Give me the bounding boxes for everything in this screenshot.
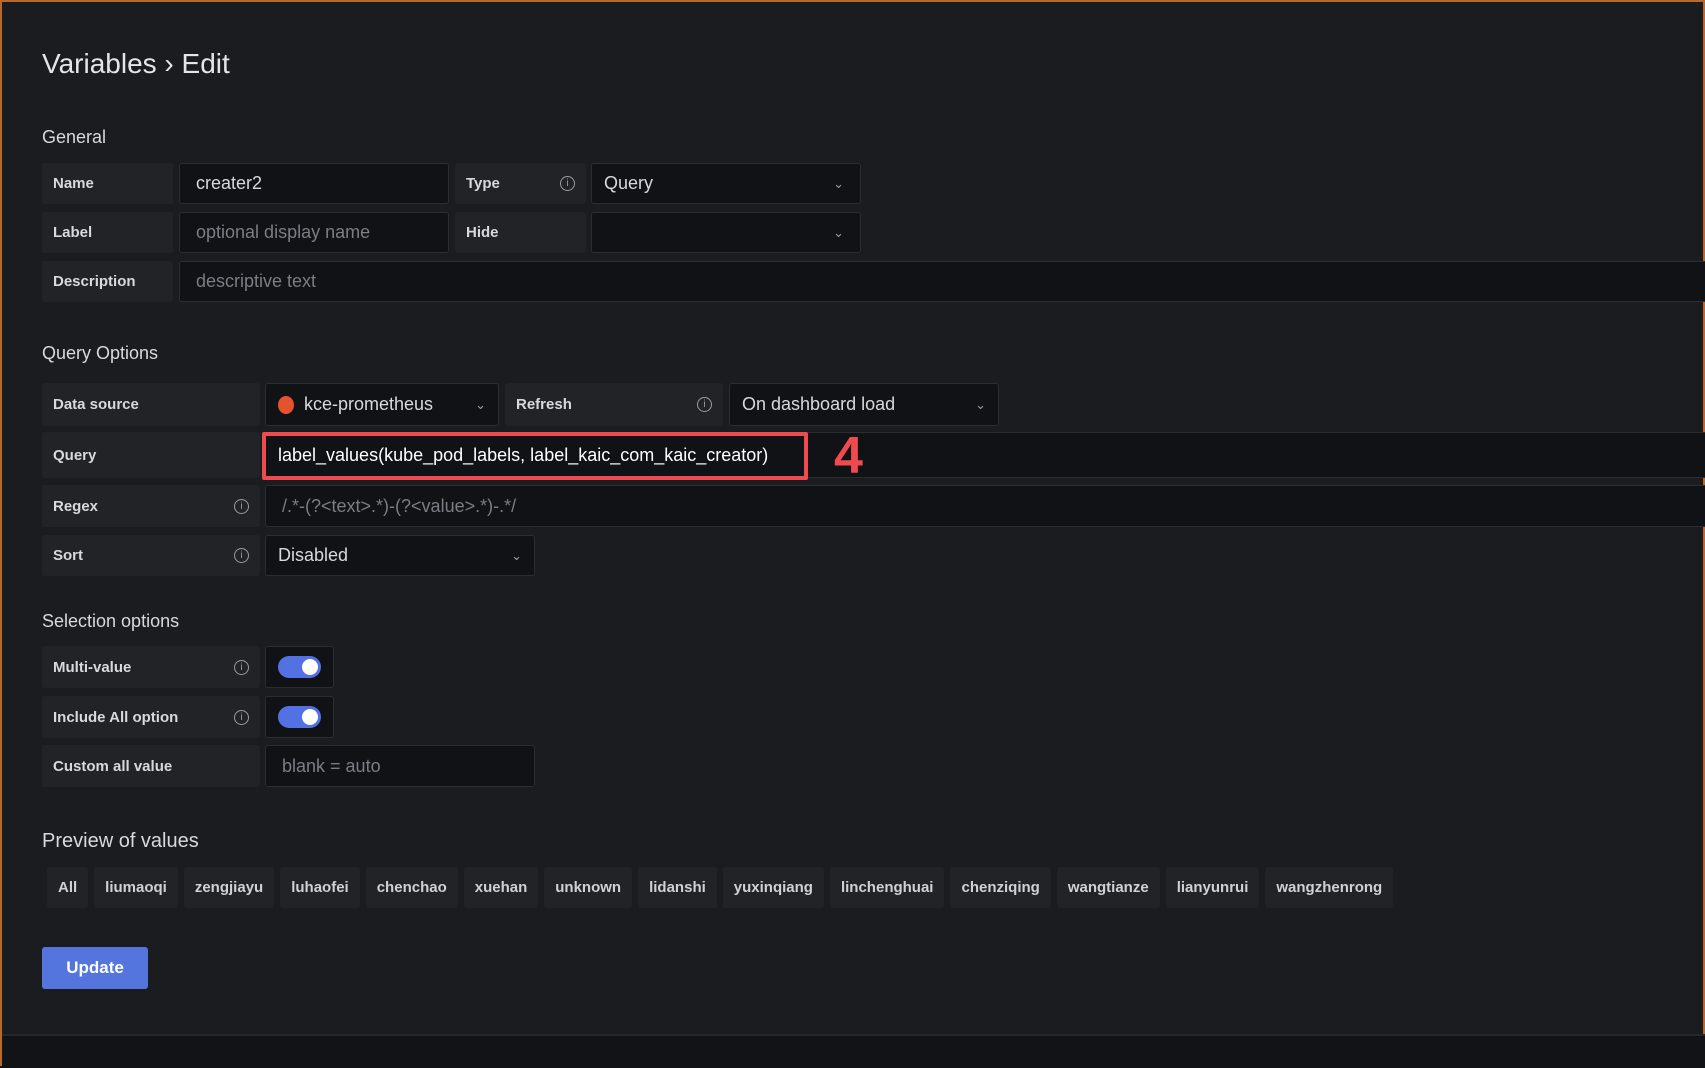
multi-value-label: Multi-value i [42,646,260,688]
update-button[interactable]: Update [42,947,148,989]
preview-value-chip: All [47,867,89,908]
name-label: Name [42,163,173,204]
datasource-value: kce-prometheus [304,394,434,414]
refresh-value: On dashboard load [742,394,896,414]
type-value: Query [604,173,654,193]
section-query-options: Query Options [42,343,159,363]
regex-label-text: Regex [53,497,99,515]
chevron-down-icon: ⌄ [833,175,844,191]
preview-value-chip: chenchao [365,867,458,908]
chevron-down-icon: ⌄ [511,547,522,563]
preview-value-chip: xuehan [463,867,539,908]
preview-value-chip: lianyunrui [1165,867,1260,908]
type-label-text: Type [466,175,500,192]
preview-value-chip: luhaofei [280,867,360,908]
name-input[interactable]: creater2 [179,163,449,204]
query-label-text: Query [53,446,97,464]
preview-value-chip: lidanshi [638,867,717,908]
query-label: Query [42,432,260,478]
footer-bar [2,1034,1705,1068]
prometheus-icon [278,395,294,414]
preview-value-chip: wangtianze [1056,867,1160,908]
info-icon[interactable]: i [234,709,249,725]
section-selection-options: Selection options [42,611,180,631]
multi-value-label-text: Multi-value [53,658,132,676]
name-label-text: Name [53,175,94,192]
datasource-label-text: Data source [53,396,139,413]
type-label: Type i [455,163,586,204]
sort-select[interactable]: Disabled ⌄ [265,535,535,576]
hide-label: Hide [455,212,586,253]
label-label: Label [42,212,173,253]
include-all-label: Include All option i [42,696,260,738]
regex-input[interactable]: /.*-(?<text>.*)-(?<value>.*)-.*/ [265,485,1705,527]
refresh-label-text: Refresh [516,396,572,413]
label-placeholder: optional display name [196,222,371,242]
name-value: creater2 [196,173,263,193]
include-all-toggle[interactable] [278,706,321,728]
custom-all-label: Custom all value [42,745,260,787]
multi-value-toggle-box [265,646,334,688]
type-select[interactable]: Query ⌄ [591,163,861,204]
info-icon[interactable]: i [234,548,249,563]
label-input[interactable]: optional display name [179,212,449,253]
highlight-box [262,432,808,480]
description-placeholder: descriptive text [196,271,317,291]
preview-value-chip: unknown [544,867,633,908]
section-general: General [42,127,107,147]
page-title: Variables › Edit [42,48,230,79]
description-label-text: Description [53,273,136,290]
preview-value-chip: yuxinqiang [722,867,824,908]
regex-label: Regex i [42,485,260,527]
info-icon[interactable]: i [234,498,249,514]
preview-value-chip: chenziqing [950,867,1051,908]
include-all-toggle-box [265,696,334,738]
step-number: 4 [834,427,863,485]
info-icon[interactable]: i [697,397,712,412]
description-input[interactable]: descriptive text [179,261,1705,302]
datasource-label: Data source [42,383,260,426]
regex-placeholder: /.*-(?<text>.*)-(?<value>.*)-.*/ [282,495,517,516]
chevron-down-icon: ⌄ [475,396,486,412]
label-label-text: Label [53,224,93,241]
include-all-label-text: Include All option [53,708,179,726]
custom-all-input[interactable]: blank = auto [265,745,535,787]
preview-value-chip: zengjiayu [183,867,275,908]
description-label: Description [42,261,173,302]
sort-value: Disabled [278,545,349,565]
section-preview: Preview of values [42,830,199,852]
hide-select[interactable]: ⌄ [591,212,861,253]
info-icon[interactable]: i [234,659,249,675]
sort-label-text: Sort [53,547,83,564]
datasource-select[interactable]: kce-prometheus ⌄ [265,383,499,426]
custom-all-label-text: Custom all value [53,757,173,775]
preview-value-chip: wangzhenrong [1265,867,1394,908]
sort-label: Sort i [42,535,260,576]
multi-value-toggle[interactable] [278,656,321,678]
preview-value-chip: linchenghuai [829,867,945,908]
chevron-down-icon: ⌄ [833,224,844,240]
preview-values-list: All liumaoqi zengjiayu luhaofei chenchao xueh… [47,867,1394,908]
hide-label-text: Hide [466,224,499,241]
refresh-label: Refresh i [505,383,723,426]
chevron-down-icon: ⌄ [975,396,986,412]
custom-all-placeholder: blank = auto [282,755,381,776]
info-icon[interactable]: i [560,176,575,191]
refresh-select[interactable]: On dashboard load ⌄ [729,383,999,426]
preview-value-chip: liumaoqi [94,867,178,908]
